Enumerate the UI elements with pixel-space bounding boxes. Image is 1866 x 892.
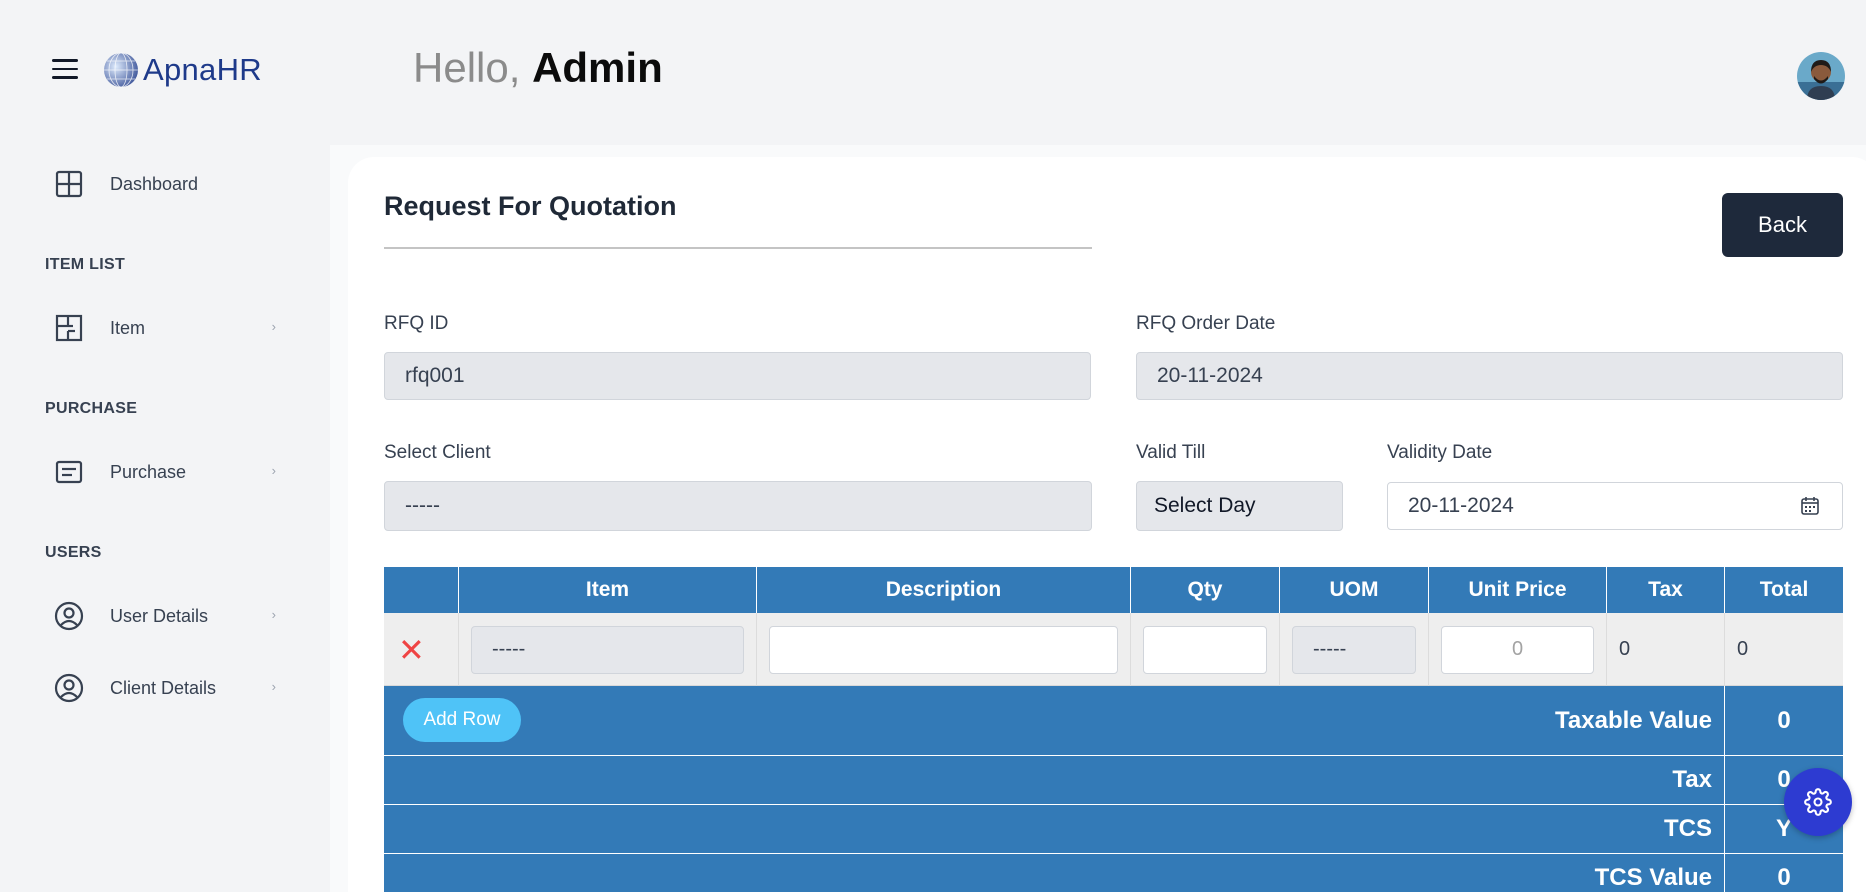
table-header-total: Total [1759, 578, 1809, 601]
sidebar-section-purchase: PURCHASE [45, 400, 138, 417]
title-divider [384, 247, 1092, 249]
unit-price-cell: 0 [1429, 613, 1607, 686]
uom-cell: ----- [1280, 613, 1429, 686]
sidebar-item-user-details[interactable]: User Details › [54, 596, 276, 636]
summary-row-tax: Tax 0 [384, 756, 1843, 805]
unit-price-input[interactable]: 0 [1441, 625, 1594, 674]
qty-cell [1131, 613, 1280, 686]
validity-date-value: 20-11-2024 [1408, 494, 1514, 517]
table-header-uom: UOM [1280, 567, 1429, 613]
sidebar-item-item[interactable]: Item › [54, 308, 276, 348]
user-circle-icon [54, 601, 84, 631]
back-button[interactable]: Back [1722, 193, 1843, 257]
table-header-tax: Tax [1607, 567, 1725, 613]
floorplan-icon [54, 313, 84, 343]
gear-icon [1804, 788, 1832, 816]
summary-value: 0 [1777, 864, 1791, 891]
summary-row-taxable-value: Add Row Taxable Value 0 [384, 686, 1843, 756]
summary-label: TCS [384, 805, 1725, 853]
summary-value: 0 [1777, 706, 1791, 734]
rfq-id-field[interactable]: rfq001 [384, 352, 1091, 400]
user-circle-icon [54, 673, 84, 703]
item-select[interactable]: ----- [471, 625, 744, 674]
total-cell: 0 [1737, 638, 1749, 660]
summary-label-cell: Add Row Taxable Value [384, 686, 1725, 755]
chevron-right-icon: › [271, 463, 276, 478]
delete-row-icon[interactable]: ✕ [398, 634, 425, 666]
uom-field[interactable]: ----- [1292, 625, 1416, 674]
sidebar-item-label: Client Details [110, 677, 217, 698]
greeting-prefix: Hello, [413, 44, 521, 91]
greeting: Hello, Admin [413, 44, 663, 92]
hamburger-menu-icon[interactable] [52, 59, 78, 79]
table-header-description: Description [757, 567, 1131, 613]
globe-logo-icon [104, 52, 138, 88]
summary-label: TCS Value [384, 854, 1725, 892]
greeting-user-name: Admin [532, 44, 663, 91]
rfq-order-date-label: RFQ Order Date [1136, 313, 1276, 334]
sidebar-section-users: USERS [45, 544, 102, 561]
validity-date-input[interactable]: 20-11-2024 [1387, 482, 1843, 530]
summary-label: Tax [384, 756, 1725, 804]
summary-label: Taxable Value [1555, 706, 1712, 734]
items-table: Item Description Qty UOM Unit Price Tax … [384, 567, 1843, 892]
validity-date-label: Validity Date [1387, 442, 1493, 463]
sidebar-item-label: Dashboard [110, 173, 199, 194]
app-name: ApnaHR [143, 52, 262, 87]
sidebar-item-label: Purchase [110, 461, 187, 482]
user-avatar[interactable] [1797, 52, 1845, 100]
avatar-photo-icon [1797, 52, 1845, 100]
rfq-order-date-field[interactable]: 20-11-2024 [1136, 352, 1843, 400]
top-header: ApnaHR Hello, Admin [0, 0, 1866, 145]
table-header-action [384, 567, 459, 613]
sidebar-item-client-details[interactable]: Client Details › [54, 668, 276, 708]
description-input[interactable] [769, 625, 1118, 674]
chevron-right-icon: › [271, 607, 276, 622]
sidebar-item-purchase[interactable]: Purchase › [54, 452, 276, 492]
tax-cell: 0 [1607, 613, 1725, 686]
valid-till-label: Valid Till [1136, 442, 1206, 463]
app-logo[interactable]: ApnaHR [103, 48, 262, 92]
chevron-right-icon: › [271, 319, 276, 334]
grid-icon [54, 169, 84, 199]
sidebar-item-dashboard[interactable]: Dashboard [54, 164, 276, 204]
select-client-label: Select Client [384, 442, 491, 463]
table-header-unit-price: Unit Price [1429, 567, 1607, 613]
valid-till-select[interactable]: Select Day [1136, 481, 1343, 531]
calendar-icon[interactable] [1800, 496, 1820, 522]
chevron-right-icon: › [271, 679, 276, 694]
summary-row-tcs: TCS Y [384, 805, 1843, 854]
table-row: ✕ ----- ----- 0 0 0 [384, 613, 1843, 686]
qty-input[interactable] [1143, 625, 1267, 674]
table-header-row: Item Description Qty UOM Unit Price Tax … [384, 567, 1843, 613]
settings-fab[interactable] [1784, 768, 1852, 836]
select-client-dropdown[interactable]: ----- [384, 481, 1092, 531]
item-cell: ----- [459, 613, 757, 686]
description-cell [757, 613, 1131, 686]
sidebar-item-label: User Details [110, 605, 209, 626]
table-header-item: Item [459, 567, 757, 613]
row-action-cell: ✕ [384, 613, 459, 686]
summary-row-tcs-value: TCS Value 0 [384, 854, 1843, 892]
page-title: Request For Quotation [384, 191, 677, 221]
sidebar-item-label: Item [110, 317, 146, 338]
table-header-qty: Qty [1131, 567, 1280, 613]
add-row-button[interactable]: Add Row [403, 698, 521, 742]
document-icon [54, 457, 84, 487]
sidebar-section-item-list: ITEM LIST [45, 256, 126, 273]
rfq-id-label: RFQ ID [384, 313, 449, 334]
